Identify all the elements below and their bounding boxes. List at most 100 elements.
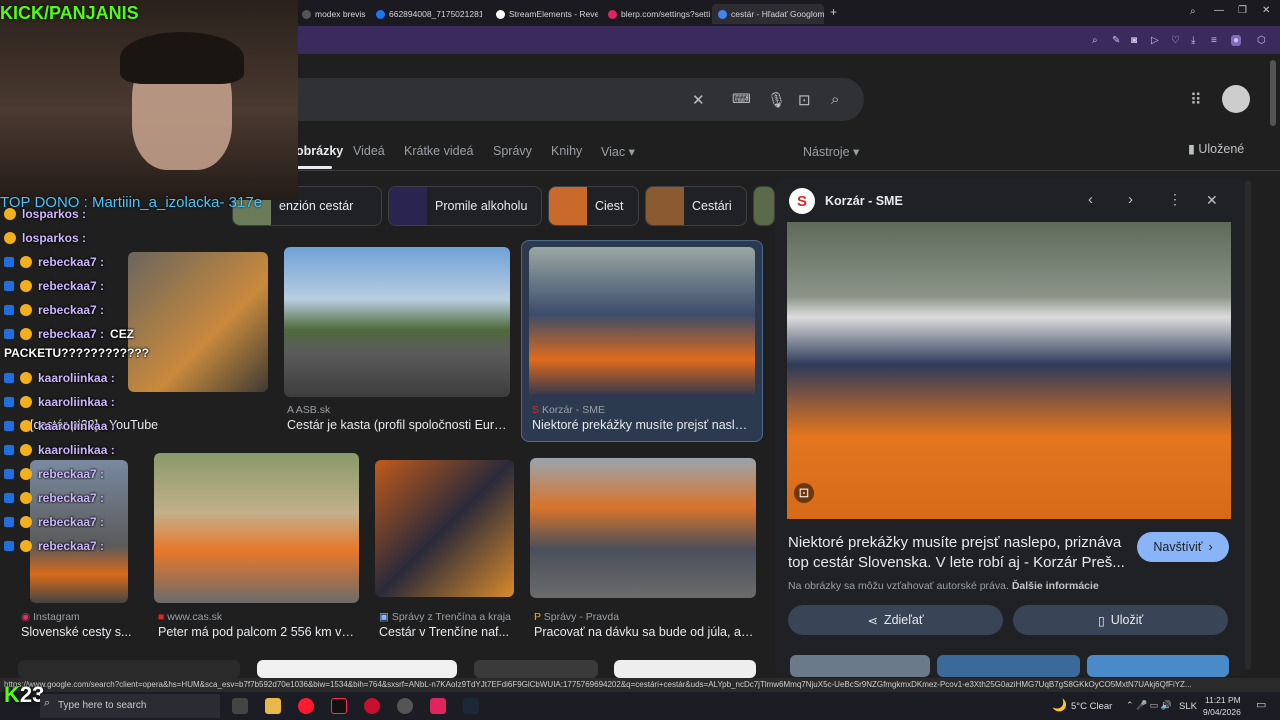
channel-name: KICK/PANJANIS (0, 3, 139, 23)
chat-message: rebeckaa7 : (4, 303, 104, 317)
result-title[interactable]: Niektoré prekážky musíte prejsť naslep..… (532, 418, 754, 432)
file-explorer-icon[interactable] (265, 698, 281, 714)
profile-icon[interactable]: ● (1231, 35, 1242, 46)
menu-icon[interactable]: ≡ (1211, 35, 1217, 46)
chip-ciest[interactable]: Ciest (548, 186, 639, 226)
minimize-icon[interactable]: — (1214, 5, 1224, 16)
mic-icon[interactable]: 🎙 (767, 91, 786, 109)
close-panel-icon[interactable]: ✕ (1206, 192, 1218, 209)
new-tab-icon[interactable]: + (830, 5, 837, 19)
tools-button[interactable]: Nástroje ▾ (803, 144, 859, 159)
clock-date[interactable]: 9/04/2026 (1203, 707, 1241, 717)
steam-icon[interactable] (463, 698, 479, 714)
close-window-icon[interactable]: ✕ (1262, 5, 1270, 16)
chat-message: kaaroliinkaa : (4, 395, 115, 409)
badge-icon (4, 208, 16, 220)
opera-icon[interactable] (298, 698, 314, 714)
saved-button[interactable]: ▮ Uložené (1188, 141, 1244, 156)
save-button[interactable]: ▯ Uložiť (1013, 605, 1228, 635)
search-submit-icon[interactable]: ⌕ (831, 91, 839, 108)
weather-text[interactable]: 5°C Clear (1071, 701, 1112, 712)
more-info-link[interactable]: Ďalšie informácie (1012, 580, 1099, 592)
chip-thumbnail (549, 187, 587, 225)
result-image-korzar[interactable] (529, 247, 755, 397)
result-image-cas[interactable] (154, 453, 359, 603)
result-image[interactable] (474, 660, 598, 678)
tiktok-icon[interactable] (331, 698, 347, 714)
result-title[interactable]: Cestár je kasta (profil spoločnosti Euro… (287, 418, 511, 432)
play-icon[interactable]: ▷ (1151, 35, 1159, 46)
result-title[interactable]: Pracovať na dávku sa bude od júla, ak... (534, 625, 756, 639)
prev-icon[interactable]: ‹ (1088, 191, 1093, 208)
language-indicator[interactable]: SLK (1179, 701, 1197, 712)
more-options-icon[interactable]: ⋮ (1168, 191, 1182, 208)
tab-0[interactable]: modex brevis movie (296, 4, 368, 24)
tab-active-google[interactable]: cestár - Hľadať Googlom✕ (712, 4, 824, 24)
edit-icon[interactable]: ✎ (1112, 35, 1120, 46)
badge-icon (4, 397, 14, 407)
chip-cestari[interactable]: Cestári (645, 186, 747, 226)
notification-icon[interactable]: ▭ (1256, 698, 1266, 711)
result-image-youtube[interactable] (128, 252, 268, 392)
page-scrollbar[interactable] (1270, 60, 1276, 126)
related-image[interactable] (937, 655, 1080, 677)
opera-gx-icon[interactable] (364, 698, 380, 714)
tab-videos[interactable]: Videá (353, 144, 385, 158)
blerp-icon (608, 9, 617, 19)
tab-2[interactable]: StreamElements - Revenue (490, 4, 598, 24)
search-icon[interactable]: ⌕ (1092, 35, 1098, 46)
panel-source[interactable]: Korzár - SME (825, 194, 903, 208)
result-title[interactable]: Cestár v Trenčíne naf... (379, 625, 514, 639)
app-icon[interactable] (430, 698, 446, 714)
tab-3[interactable]: blerp.com/settings?settin (602, 4, 710, 24)
maximize-icon[interactable]: ❐ (1238, 5, 1247, 16)
camera-icon[interactable]: ◙ (1131, 35, 1137, 46)
extension-icon[interactable]: ⬡ (1257, 35, 1266, 46)
clear-icon[interactable]: ✕ (692, 91, 705, 109)
tab-1[interactable]: 662894008_71750212811 (370, 4, 482, 24)
obs-icon[interactable] (397, 698, 413, 714)
taskbar-search-input[interactable]: Type here to search (40, 694, 220, 718)
chip-promile-alkoholu[interactable]: Promile alkoholu (388, 186, 542, 226)
panel-main-image[interactable] (787, 222, 1231, 519)
apps-grid-icon[interactable]: ⠿ (1190, 90, 1202, 110)
tab-news[interactable]: Správy (493, 144, 532, 158)
badge-icon (4, 329, 14, 339)
tab-short-videos[interactable]: Krátke videá (404, 144, 473, 158)
search-tabs-icon[interactable]: ⌕ (1190, 6, 1196, 17)
tray-icons[interactable]: ⌃ 🎤 ▭ 🔊 (1126, 700, 1172, 711)
clock-time[interactable]: 11:21 PM (1205, 695, 1241, 705)
tab-favicon-icon (302, 9, 311, 19)
tab-more[interactable]: Viac ▾ (601, 144, 635, 159)
panel-scrollbar[interactable] (1245, 180, 1251, 670)
result-image-trencin[interactable] (375, 460, 514, 597)
result-image[interactable] (257, 660, 457, 678)
keyboard-icon[interactable]: ⌨ (732, 91, 751, 107)
result-image-pravda[interactable] (530, 458, 756, 598)
chip-more[interactable] (753, 186, 775, 226)
result-title[interactable]: Peter má pod palcom 2 556 km vo... (158, 625, 358, 639)
share-button[interactable]: ⋖ Zdieľať (788, 605, 1003, 635)
visit-button[interactable]: Navštíviť › (1137, 532, 1229, 562)
chat-message: kaaroliinkaa : (4, 371, 115, 385)
next-icon[interactable]: › (1128, 191, 1133, 208)
badge-icon (4, 541, 14, 551)
task-view-icon[interactable] (232, 698, 248, 714)
tab-books[interactable]: Knihy (551, 144, 582, 158)
avatar[interactable] (1222, 85, 1250, 113)
search-icon: ⌕ (44, 697, 51, 709)
lens-search-icon[interactable]: ⊡ (794, 483, 814, 503)
result-image-instagram[interactable] (30, 460, 128, 603)
download-icon[interactable]: ⤓ (1191, 35, 1195, 46)
related-image[interactable] (790, 655, 930, 677)
result-title[interactable]: Slovenské cesty s... (21, 625, 133, 639)
heart-icon[interactable]: ♡ (1171, 35, 1180, 46)
result-image-asb[interactable] (284, 247, 510, 397)
result-image[interactable] (18, 660, 240, 678)
panel-title[interactable]: Niektoré prekážky musíte prejsť naslepo,… (788, 533, 1128, 573)
webcam-feed (0, 0, 298, 200)
result-image[interactable] (614, 660, 756, 678)
tab-images[interactable]: obrázky (296, 144, 343, 158)
lens-icon[interactable]: ⊡ (798, 91, 811, 109)
related-image[interactable] (1087, 655, 1229, 677)
